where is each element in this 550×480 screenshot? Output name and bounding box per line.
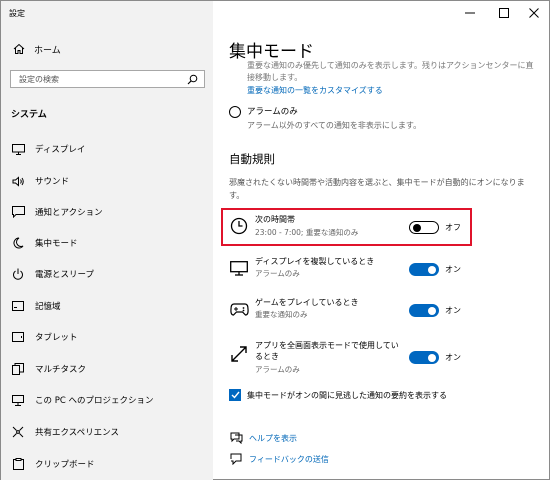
multitask-icon [10,363,26,375]
auto-rules-title: 自動規則 [229,152,275,166]
sidebar-item-label: ディスプレイ [35,145,86,155]
summary-check-row[interactable]: 集中モードがオンの間に見逃した通知の要約を表示する [229,389,447,401]
rule-playing-game[interactable]: ゲームをプレイしているとき 重要な通知のみ オン [229,294,539,328]
sidebar-item-storage[interactable]: 記憶域 [1,295,213,317]
sidebar-item-display[interactable]: ディスプレイ [1,138,213,160]
sidebar-item-label: 通知とアクション [35,208,103,218]
alarms-only-label: アラームのみ [247,107,298,117]
toggle-knob [428,306,436,315]
sidebar-item-shared-experiences[interactable]: 共有エクスペリエンス [1,421,213,443]
settings-window: 設定 ホーム システム ディスプレイ サウンド [0,0,550,480]
gamepad-icon [229,300,249,318]
projection-icon [10,394,26,406]
sidebar-item-notifications[interactable]: 通知とアクション [1,201,213,223]
sidebar: 設定 ホーム システム ディスプレイ サウンド [1,1,213,480]
rule-duplicating-display[interactable]: ディスプレイを複製しているとき アラームのみ オン [229,253,539,287]
sidebar-item-clipboard[interactable]: クリップボード [1,453,213,475]
rule-sub: アラームのみ [255,269,300,278]
sidebar-item-label: マルチタスク [35,365,87,375]
page-title: 集中モード [229,42,314,62]
summary-checkbox[interactable] [229,389,241,401]
toggle-state: オン [445,265,461,274]
maximize-button[interactable] [487,1,521,25]
shared-icon [10,426,26,438]
search-box[interactable] [10,70,205,88]
moon-icon [10,237,26,249]
sidebar-item-label: 共有エクスペリエンス [35,428,119,438]
sidebar-item-label: サウンド [35,177,70,187]
notification-icon [10,206,26,218]
checkmark-icon [231,391,240,399]
clipboard-icon [10,458,26,470]
rule-fullscreen-app[interactable]: アプリを全画面表示モードで使用しているとき アラームのみ オン [229,337,539,379]
feedback-link[interactable]: フィードバックの送信 [229,453,329,465]
search-input[interactable] [11,71,181,87]
rule-name: アプリを全画面表示モードで使用しているとき [255,341,399,361]
help-link[interactable]: ヘルプを表示 [229,432,297,444]
window-title: 設定 [9,9,25,18]
minimize-icon [465,12,475,14]
summary-check-label: 集中モードがオンの間に見逃した通知の要約を表示する [247,390,447,400]
alarms-only-option[interactable]: アラームのみ アラーム以外のすべての通知を非表示にします。 [229,105,421,131]
rule-display-toggle[interactable] [409,263,439,276]
feedback-link-label[interactable]: フィードバックの送信 [249,454,329,465]
storage-icon [10,301,26,311]
power-icon [10,268,26,280]
toggle-state: オン [445,353,461,362]
speaker-icon [10,175,26,187]
monitor-icon [10,143,26,155]
active-indicator [1,237,4,249]
sidebar-item-projection[interactable]: この PC へのプロジェクション [1,389,213,411]
rule-sub: 重要な通知のみ [255,310,308,319]
rule-name: ゲームをプレイしているとき [255,298,359,307]
minimize-button[interactable] [453,1,487,25]
close-button[interactable] [517,1,550,25]
help-icon [229,432,243,444]
nav-home-label: ホーム [34,45,61,56]
sidebar-item-power[interactable]: 電源とスリープ [1,263,213,285]
sidebar-item-label: この PC へのプロジェクション [35,396,154,406]
sidebar-item-multitask[interactable]: マルチタスク [1,358,213,380]
close-icon [529,8,539,18]
sidebar-item-label: 集中モード [35,239,78,249]
toggle-state: オン [445,306,461,315]
feedback-icon [229,453,243,465]
rule-game-toggle[interactable] [409,304,439,317]
monitor-icon [229,259,249,277]
tablet-icon [10,332,26,342]
home-icon [11,43,27,55]
toggle-knob [428,353,436,362]
toggle-knob [428,265,436,274]
customize-priority-link[interactable]: 重要な通知の一覧をカスタマイズする [247,85,383,96]
priority-description: 重要な通知のみ優先して通知のみを表示します。残りはアクションセンターに直接移動し… [247,61,534,82]
rule-fullscreen-toggle[interactable] [409,351,439,364]
fullscreen-icon [229,345,249,363]
sidebar-item-label: 記憶域 [35,302,61,312]
rule-name: ディスプレイを複製しているとき [255,257,375,266]
section-title: システム [11,110,47,120]
sidebar-item-label: クリップボード [35,460,95,470]
alarms-only-radio[interactable] [229,106,241,118]
sidebar-item-label: タブレット [35,333,78,343]
alarms-only-sub: アラーム以外のすべての通知を非表示にします。 [247,121,422,130]
sidebar-item-sound[interactable]: サウンド [1,170,213,192]
rule-sub: アラームのみ [255,365,300,374]
help-link-label[interactable]: ヘルプを表示 [249,433,297,444]
highlight-box [221,208,472,246]
search-icon[interactable] [187,74,198,88]
maximize-icon [499,8,509,18]
sidebar-item-focus-assist[interactable]: 集中モード [1,232,213,254]
nav-home[interactable]: ホーム [11,41,61,57]
sidebar-item-label: 電源とスリープ [35,270,94,280]
sidebar-item-tablet[interactable]: タブレット [1,326,213,348]
auto-rules-description: 邪魔されたくない時間帯や活動内容を選ぶと、集中モードが自動的にオンになります。 [229,178,525,200]
